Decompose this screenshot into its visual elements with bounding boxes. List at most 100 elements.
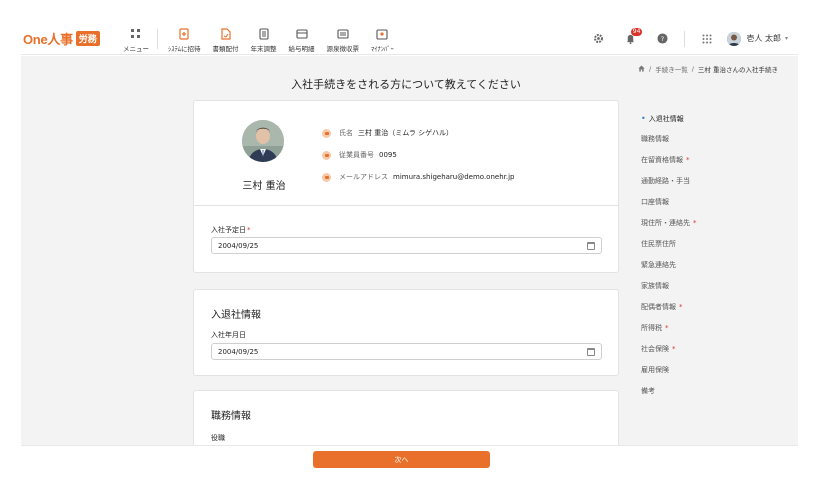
mail-icon [322,172,331,182]
calendar-icon[interactable] [587,241,595,250]
entry-exit-card: 入退社情報 入社年月日 2004/09/25 [193,289,619,376]
employee-photo [242,120,284,162]
hire-date-input[interactable]: 2004/09/25 [211,343,602,360]
required-mark: * [665,324,669,332]
notification-badge: 94 [630,27,643,36]
section-nav-label: 職務情報 [641,135,669,143]
info-label: 氏名 [339,129,353,137]
nav-document-send[interactable]: 書類配付 [207,24,245,53]
help-icon[interactable]: ? [655,32,669,46]
profile-card: 三村 重治 氏名 三村 重治（ミムラ シゲハル） 従業員番号 0095 メールア… [193,100,619,273]
active-dot-icon: • [641,114,646,123]
section-nav-label: 通勤経路・手当 [641,177,690,185]
app-logo[interactable]: One人事 労務 [23,30,100,47]
section-nav-bank-account[interactable]: 口座情報 [641,192,697,213]
chevron-down-icon: ▾ [784,35,788,42]
required-mark: * [672,345,676,353]
hire-date-value: 2004/09/25 [218,347,259,356]
section-nav-income-tax[interactable]: 所得税 * [641,318,697,339]
user-name: 壱人 太郎 [746,34,781,43]
nav-label: 書類配付 [212,45,239,53]
required-mark: * [693,219,697,227]
section-nav-entry-exit[interactable]: • 入退社情報 [641,108,697,129]
join-date-value: 2004/09/25 [218,241,259,250]
nav-menu[interactable]: メニュー [117,24,155,53]
info-row-email: メールアドレス mimura.shigeharu@demo.onehr.jp [322,172,515,182]
section-nav-notes[interactable]: 備考 [641,381,697,402]
section-nav-job[interactable]: 職務情報 [641,129,697,150]
nav-payslip[interactable]: 給与明細 [283,24,321,53]
gear-icon[interactable] [591,32,605,46]
join-date-label-text: 入社予定日 [211,226,246,234]
job-info-card: 職務情報 役職 [193,390,619,445]
info-row-employee-no: 従業員番号 0095 [322,150,397,160]
page-title: 入社手続きをされる方について教えてください [291,78,521,91]
nav-label: 給与明細 [288,45,315,53]
info-row-name: 氏名 三村 重治（ミムラ シゲハル） [322,128,453,138]
nav-label: 年末調整 [250,45,277,53]
section-nav-label: 入退社情報 [648,115,684,123]
app-launcher-icon[interactable] [700,32,714,46]
breadcrumb-separator: / [649,65,652,73]
section-title-job: 職務情報 [211,411,251,422]
breadcrumb: / 手続き一覧 / 三村 重治さんの入社手続き [636,64,780,74]
nav-withholding[interactable]: 源泉徴収票 [321,24,366,53]
section-nav-employment-insurance[interactable]: 雇用保険 [641,360,697,381]
info-value: 三村 重治（ミムラ シゲハル） [358,129,453,137]
section-title-entry-exit: 入退社情報 [211,310,261,321]
nav-divider [157,29,158,49]
home-icon[interactable] [638,64,645,74]
breadcrumb-procedure-list[interactable]: 手続き一覧 [655,64,688,74]
header-actions: 94 ? 壱人 太郎 ▾ [582,22,788,55]
required-mark: * [247,226,251,234]
breadcrumb-current: 三村 重治さんの入社手続き [697,66,778,74]
id-card-icon [322,150,331,160]
nav-invite[interactable]: ｼｽﾃﾑに招待 [162,24,207,53]
year-end-icon [257,27,271,41]
info-value: 0095 [379,151,397,159]
section-nav-social-insurance[interactable]: 社会保険 * [641,339,697,360]
notification-bell-icon[interactable]: 94 [623,27,643,46]
grid-icon [129,27,143,41]
avatar [727,31,742,46]
section-nav-spouse[interactable]: 配偶者情報 * [641,297,697,318]
next-button[interactable]: 次へ [313,451,490,468]
nav-mynumber[interactable]: ﾏｲﾅﾝﾊﾞｰ [365,24,400,53]
section-nav-residence-status[interactable]: 在留資格情報 * [641,150,697,171]
calendar-icon[interactable] [587,347,595,356]
profile-summary: 三村 重治 氏名 三村 重治（ミムラ シゲハル） 従業員番号 0095 メールア… [194,101,618,206]
withholding-icon [336,27,350,41]
required-mark: * [686,156,690,164]
person-icon [322,128,331,138]
section-nav-label: 口座情報 [641,198,669,206]
info-label: メールアドレス [339,173,388,181]
section-nav-label: 雇用保険 [641,366,669,374]
section-nav-resident-address[interactable]: 住民票住所 [641,234,697,255]
section-nav-label: 配偶者情報 [641,303,676,311]
user-menu[interactable]: 壱人 太郎 ▾ [727,31,788,46]
section-nav-label: 在留資格情報 [641,156,683,164]
header-divider [684,30,686,47]
nav-year-end[interactable]: 年末調整 [245,24,283,53]
section-nav-address[interactable]: 現住所・連絡先 * [641,213,697,234]
section-nav-label: 家族情報 [641,282,669,290]
info-label: 従業員番号 [339,151,374,159]
nav-label: ｼｽﾃﾑに招待 [168,45,201,53]
top-header: One人事 労務 メニュー ｼｽﾃﾑに招待 書類配付 年末調整 給与明細 源泉徴… [21,22,798,55]
section-nav: • 入退社情報 職務情報 在留資格情報 * 通勤経路・手当 口座情報 現住所・連絡先… [641,108,697,402]
join-date-input[interactable]: 2004/09/25 [211,237,602,254]
join-date-label: 入社予定日* [211,225,251,235]
section-nav-family[interactable]: 家族情報 [641,276,697,297]
nav-label: メニュー [123,45,149,53]
payslip-icon [295,27,309,41]
required-mark: * [679,303,683,311]
logo-text: One人事 [23,31,73,47]
section-nav-label: 緊急連絡先 [641,261,676,269]
nav-label: ﾏｲﾅﾝﾊﾞｰ [371,45,394,53]
invite-icon [177,27,191,41]
section-nav-label: 現住所・連絡先 [641,219,690,227]
section-nav-emergency-contact[interactable]: 緊急連絡先 [641,255,697,276]
hire-date-label: 入社年月日 [211,331,246,339]
section-nav-commute[interactable]: 通勤経路・手当 [641,171,697,192]
logo-badge: 労務 [75,30,100,46]
